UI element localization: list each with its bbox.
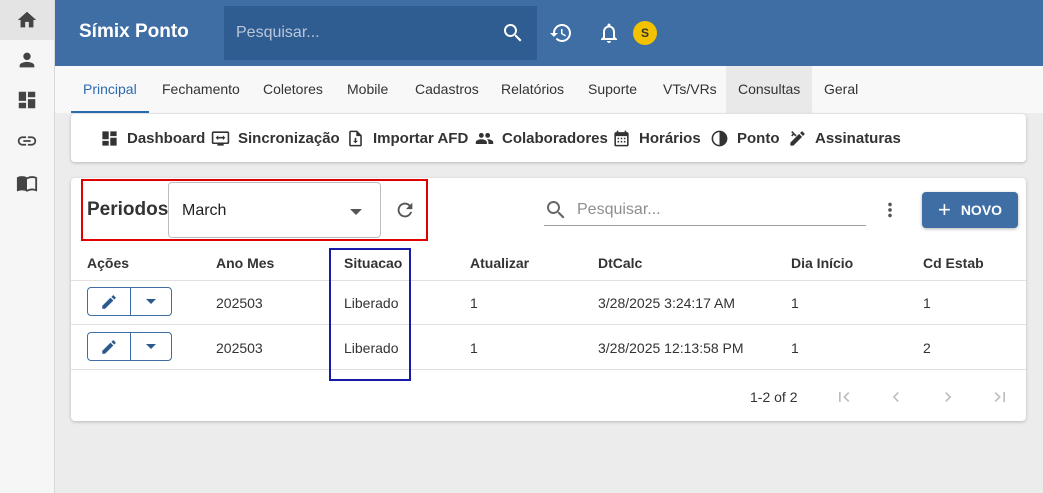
tab-fechamento[interactable]: Fechamento: [150, 66, 252, 113]
cell-ano-mes: 202503: [216, 295, 263, 311]
cell-cd-estab: 1: [923, 295, 931, 311]
next-page-icon[interactable]: [938, 387, 958, 407]
cell-ano-mes: 202503: [216, 340, 263, 356]
tab-geral[interactable]: Geral: [812, 66, 870, 113]
tab-consultas[interactable]: Consultas: [726, 66, 813, 113]
submenu-horarios[interactable]: Horários: [612, 128, 701, 148]
novo-button-label: NOVO: [960, 202, 1003, 218]
cell-dtcalc: 3/28/2025 3:24:17 AM: [598, 295, 735, 311]
submenu-horarios-label: Horários: [639, 129, 701, 147]
grid-search-placeholder: Pesquisar...: [577, 201, 661, 218]
person-icon: [19, 52, 35, 68]
submenu-sincronizacao[interactable]: Sincronização: [211, 128, 340, 148]
search-icon[interactable]: [501, 21, 525, 45]
tab-principal[interactable]: Principal: [71, 66, 149, 113]
caret-down-icon: [146, 299, 156, 304]
row-actions-dropdown[interactable]: [131, 288, 171, 315]
user-avatar[interactable]: S: [633, 21, 657, 45]
main-tabs: Principal Fechamento Coletores Mobile Ca…: [55, 66, 1043, 113]
calendar-icon: [614, 130, 629, 146]
pencil-icon: [102, 339, 116, 354]
tab-vts-vrs[interactable]: VTs/VRs: [651, 66, 729, 113]
edit-button[interactable]: [88, 333, 131, 360]
sync-screen-icon: [211, 130, 230, 146]
link-icon: [17, 136, 37, 146]
col-header-acoes: Ações: [87, 255, 130, 271]
book-icon: [16, 176, 38, 192]
app-title[interactable]: Símix Ponto: [79, 21, 189, 43]
dashboard-icon: [102, 130, 117, 146]
prev-page-icon[interactable]: [886, 387, 906, 407]
grid-search-input[interactable]: Pesquisar...: [544, 196, 866, 226]
submenu-assinaturas-label: Assinaturas: [815, 129, 901, 147]
submenu-dashboard-label: Dashboard: [127, 129, 206, 147]
cell-dtcalc: 3/28/2025 12:13:58 PM: [598, 340, 744, 356]
last-page-icon[interactable]: [990, 387, 1010, 407]
submenu-colaboradores[interactable]: Colaboradores: [475, 128, 608, 148]
history-icon[interactable]: [549, 21, 573, 45]
edit-button[interactable]: [88, 288, 131, 315]
row-divider: [71, 324, 1026, 325]
header-search-placeholder: Pesquisar...: [236, 24, 320, 41]
import-file-icon: [349, 130, 362, 146]
novo-button[interactable]: + NOVO: [922, 192, 1018, 228]
cell-dia-inicio: 1: [791, 340, 799, 356]
clock-half-icon: [711, 130, 728, 146]
signature-icon: [790, 130, 805, 146]
row-actions-dropdown[interactable]: [131, 333, 171, 360]
dashboard-icon: [18, 91, 36, 109]
submenu-colaboradores-label: Colaboradores: [502, 129, 608, 147]
tab-relatorios[interactable]: Relatórios: [489, 66, 576, 113]
group-icon: [475, 132, 494, 144]
submenu-ponto-label: Ponto: [737, 129, 780, 147]
col-header-dia-inicio[interactable]: Dia Início: [791, 255, 853, 271]
submenu-assinaturas[interactable]: Assinaturas: [788, 128, 901, 148]
submenu-importar-afd[interactable]: Importar AFD: [346, 128, 468, 148]
header-divider: [71, 280, 1026, 281]
submenu-sincronizacao-label: Sincronização: [238, 129, 340, 147]
plus-icon: +: [937, 197, 951, 222]
cell-dia-inicio: 1: [791, 295, 799, 311]
highlight-box-blue: [329, 248, 411, 381]
tab-suporte[interactable]: Suporte: [576, 66, 649, 113]
cell-atualizar: 1: [470, 340, 478, 356]
highlight-box-red: [81, 179, 428, 241]
pagination-range: 1-2 of 2: [750, 389, 798, 405]
bell-icon[interactable]: [597, 21, 621, 45]
first-page-icon[interactable]: [834, 387, 854, 407]
home-nav[interactable]: [0, 0, 54, 40]
tab-cadastros[interactable]: Cadastros: [403, 66, 491, 113]
pencil-icon: [102, 294, 116, 309]
more-vert-icon[interactable]: [879, 199, 901, 221]
links-nav[interactable]: [0, 121, 54, 161]
dashboard-nav[interactable]: [0, 80, 54, 120]
side-rail: [0, 0, 55, 493]
col-header-cd-estab[interactable]: Cd Estab: [923, 255, 984, 271]
cell-atualizar: 1: [470, 295, 478, 311]
row-divider: [71, 369, 1026, 370]
consultas-submenu: Dashboard Sincronização Importar AFD Col…: [71, 114, 1026, 162]
col-header-dtcalc[interactable]: DtCalc: [598, 255, 642, 271]
search-icon: [547, 201, 565, 219]
header-search[interactable]: Pesquisar...: [224, 6, 537, 60]
home-icon: [17, 11, 37, 28]
submenu-importar-afd-label: Importar AFD: [373, 129, 469, 147]
submenu-dashboard[interactable]: Dashboard: [100, 128, 205, 148]
col-header-ano-mes[interactable]: Ano Mes: [216, 255, 274, 271]
app-header: Símix Ponto Pesquisar... S: [55, 0, 1043, 66]
cell-cd-estab: 2: [923, 340, 931, 356]
submenu-ponto[interactable]: Ponto: [710, 128, 780, 148]
docs-nav[interactable]: [0, 163, 54, 203]
col-header-atualizar[interactable]: Atualizar: [470, 255, 529, 271]
caret-down-icon: [146, 344, 156, 349]
tab-coletores[interactable]: Coletores: [251, 66, 335, 113]
row-actions-button[interactable]: [87, 287, 172, 316]
profile-nav[interactable]: [0, 40, 54, 80]
row-actions-button[interactable]: [87, 332, 172, 361]
tab-mobile[interactable]: Mobile: [335, 66, 400, 113]
